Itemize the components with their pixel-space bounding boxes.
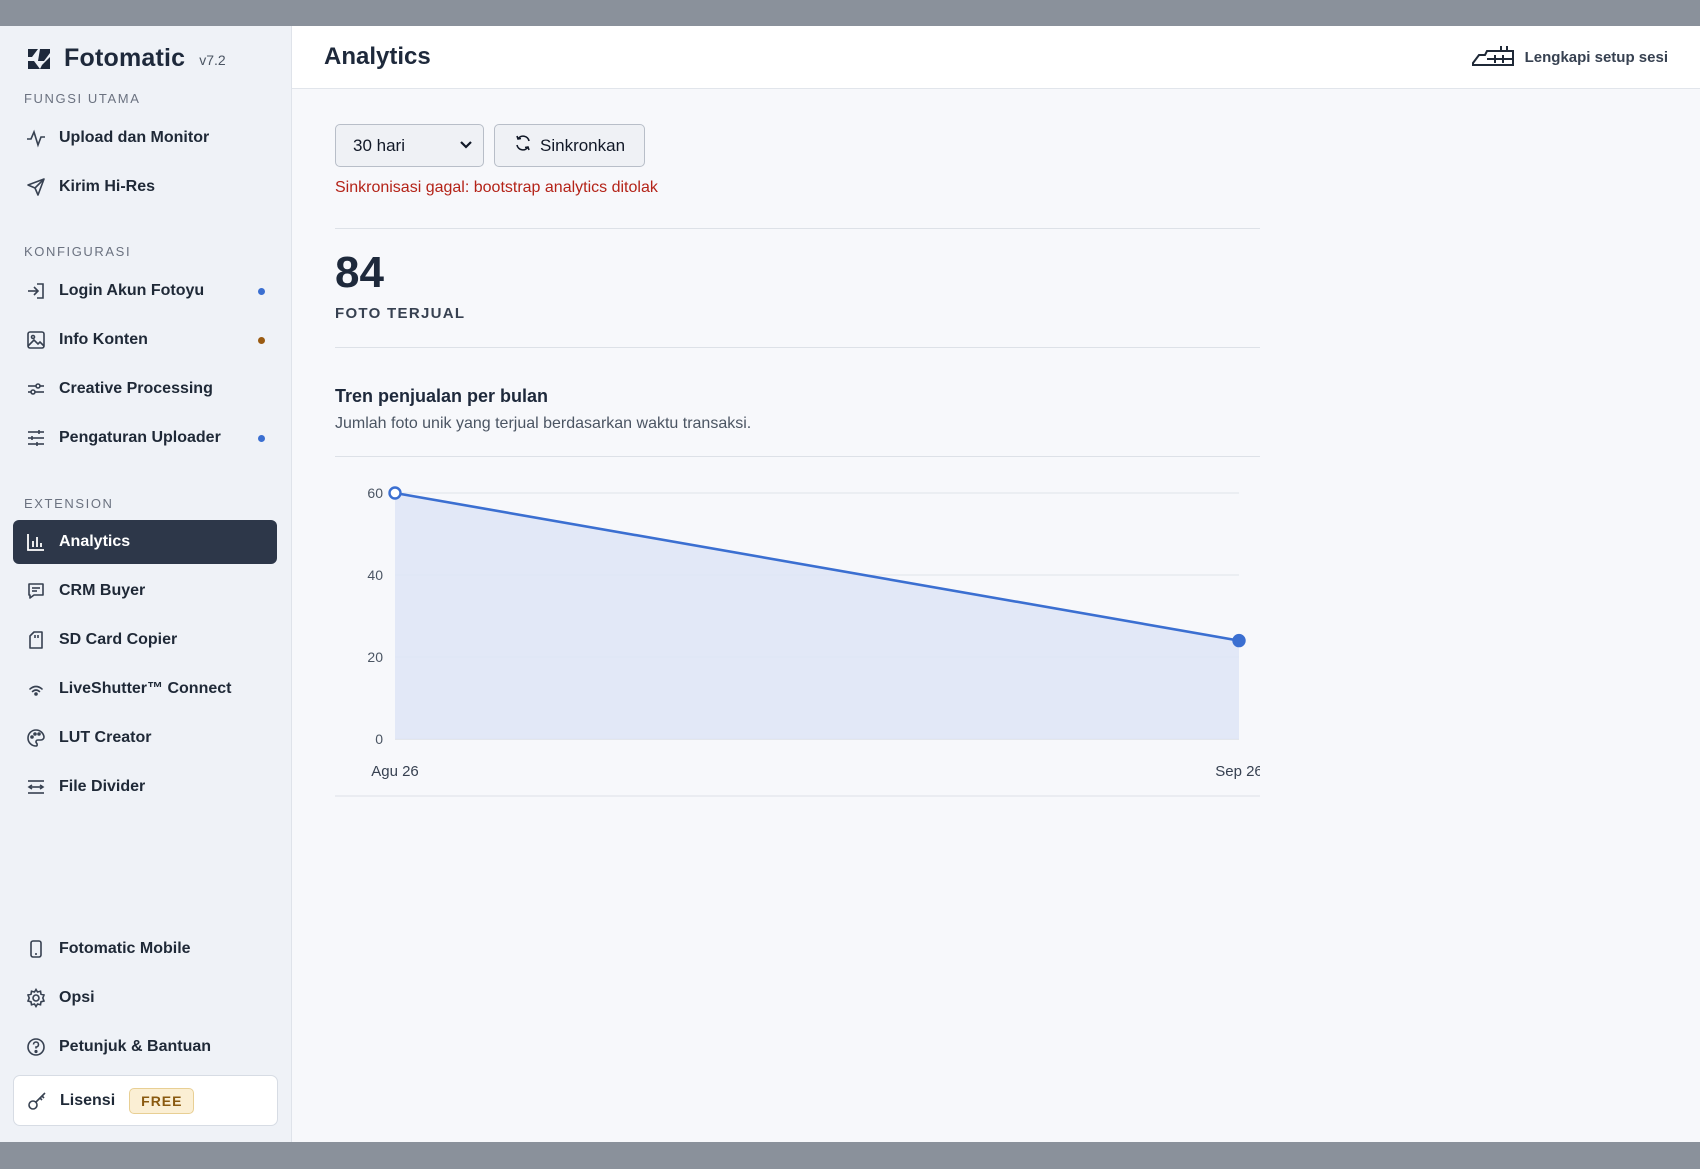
sidebar-item-label: Creative Processing xyxy=(59,380,213,397)
sidebar-item-petunjuk-bantuan[interactable]: Petunjuk & Bantuan xyxy=(13,1025,277,1069)
section-label-konfigurasi: KONFIGURASI xyxy=(24,244,132,259)
status-dot xyxy=(258,337,265,344)
chart-subtitle: Jumlah foto unik yang terjual berdasarka… xyxy=(335,415,752,433)
key-icon xyxy=(26,1090,48,1112)
settings-sliders-icon xyxy=(25,427,47,449)
brand-version: v7.2 xyxy=(199,51,226,68)
sidebar-item-fotomatic-mobile[interactable]: Fotomatic Mobile xyxy=(13,927,277,971)
status-dot xyxy=(258,288,265,295)
sidebar: Fotomatic v7.2 FUNGSI UTAMA KONFIGURASI … xyxy=(0,26,292,1142)
setup-session-link[interactable]: Lengkapi setup sesi xyxy=(1471,43,1668,71)
controls-row: 30 hari Sinkronkan xyxy=(335,124,1260,167)
x-tick-label: Sep 26 xyxy=(1215,763,1260,780)
topbar: Analytics Lengkapi setup sesi xyxy=(292,26,1700,89)
data-point xyxy=(388,486,402,501)
sidebar-item-label: Pengaturan Uploader xyxy=(59,429,221,446)
refresh-icon xyxy=(514,134,532,157)
sidebar-item-liveshutter-connect[interactable]: LiveShutter™ Connect xyxy=(13,667,277,711)
brand-name: Fotomatic xyxy=(64,44,186,72)
stat-value: 84 xyxy=(335,248,384,297)
chart-title: Tren penjualan per bulan xyxy=(335,386,549,407)
sidebar-item-label: File Divider xyxy=(59,778,146,795)
sidebar-item-upload-dan-monitor[interactable]: Upload dan Monitor xyxy=(13,116,277,160)
data-point xyxy=(1232,634,1246,648)
activity-icon xyxy=(25,127,47,149)
sidebar-item-label: Analytics xyxy=(59,533,131,550)
sidebar-item-login-akun-fotoyu[interactable]: Login Akun Fotoyu xyxy=(13,269,277,313)
image-icon xyxy=(25,329,47,351)
fotomatic-logo-icon xyxy=(26,46,52,72)
sidebar-item-label: Fotomatic Mobile xyxy=(59,940,191,957)
send-icon xyxy=(25,176,47,198)
help-icon xyxy=(25,1036,47,1058)
bar-chart-icon xyxy=(25,531,47,553)
sidebar-item-analytics[interactable]: Analytics xyxy=(13,520,277,564)
status-dot xyxy=(258,435,265,442)
palette-icon xyxy=(25,727,47,749)
license-badge: FREE xyxy=(129,1087,195,1114)
x-tick-label: Agu 26 xyxy=(371,763,419,780)
gear-icon xyxy=(25,987,47,1009)
range-select-value: 30 hari xyxy=(353,135,405,155)
app-window: Fotomatic v7.2 FUNGSI UTAMA KONFIGURASI … xyxy=(0,26,1700,1142)
sidebar-item-opsi[interactable]: Opsi xyxy=(13,976,277,1020)
sales-trend-chart: 0 20 40 60 Agu 26 Sep 26 xyxy=(335,485,1260,797)
sidebar-item-lut-creator[interactable]: LUT Creator xyxy=(13,716,277,760)
license-label: Lisensi xyxy=(60,1091,116,1109)
sidebar-item-pengaturan-uploader[interactable]: Pengaturan Uploader xyxy=(13,416,277,460)
brand: Fotomatic v7.2 xyxy=(26,44,226,73)
y-tick-label: 60 xyxy=(367,485,383,501)
section-label-extension: EXTENSION xyxy=(24,496,114,511)
divider xyxy=(335,347,1260,349)
sidebar-item-crm-buyer[interactable]: CRM Buyer xyxy=(13,569,277,613)
range-select[interactable]: 30 hari xyxy=(335,124,484,167)
sidebar-item-label: Kirim Hi-Res xyxy=(59,178,156,195)
sidebar-item-label: CRM Buyer xyxy=(59,582,146,599)
setup-session-label: Lengkapi setup sesi xyxy=(1524,48,1668,66)
sidebar-item-label: Upload dan Monitor xyxy=(59,129,210,146)
sidebar-item-label: Info Konten xyxy=(59,331,148,348)
stat-label: FOTO TERJUAL xyxy=(335,305,466,323)
phone-icon xyxy=(25,938,47,960)
chevron-down-icon xyxy=(459,136,473,156)
sync-error-message: Sinkronisasi gagal: bootstrap analytics … xyxy=(335,179,658,196)
sync-button-label: Sinkronkan xyxy=(540,135,626,155)
sidebar-item-file-divider[interactable]: File Divider xyxy=(13,765,277,809)
chart-header: Tren penjualan per bulan Jumlah foto uni… xyxy=(335,386,1260,433)
sd-card-icon xyxy=(25,629,47,651)
divider-icon xyxy=(25,776,47,798)
sidebar-item-label: Login Akun Fotoyu xyxy=(59,282,205,299)
sidebar-item-label: Opsi xyxy=(59,989,95,1006)
y-tick-label: 20 xyxy=(367,649,383,665)
login-icon xyxy=(25,280,47,302)
camera-setup-icon xyxy=(1471,43,1515,71)
sync-button[interactable]: Sinkronkan xyxy=(494,124,646,167)
y-tick-label: 40 xyxy=(367,567,383,583)
section-label-fungsi-utama: FUNGSI UTAMA xyxy=(24,91,141,106)
sidebar-item-kirim-hi-res[interactable]: Kirim Hi-Res xyxy=(13,165,277,209)
divider xyxy=(335,228,1260,229)
sidebar-item-label: Petunjuk & Bantuan xyxy=(59,1038,212,1055)
main-area: Analytics Lengkapi setup sesi 30 hari Si… xyxy=(292,26,1700,1142)
analytics-content: 30 hari Sinkronkan Sinkronisasi gagal: b… xyxy=(335,124,1260,797)
sidebar-item-creative-processing[interactable]: Creative Processing xyxy=(13,367,277,411)
y-tick-label: 0 xyxy=(375,731,383,747)
series-area xyxy=(395,493,1239,740)
sidebar-item-label: LUT Creator xyxy=(59,729,152,746)
sidebar-item-sd-card-copier[interactable]: SD Card Copier xyxy=(13,618,277,662)
sidebar-item-label: LiveShutter™ Connect xyxy=(59,680,232,697)
sliders-icon xyxy=(25,378,47,400)
page-title: Analytics xyxy=(324,43,431,70)
sidebar-item-label: SD Card Copier xyxy=(59,631,178,648)
message-icon xyxy=(25,580,47,602)
sidebar-item-info-konten[interactable]: Info Konten xyxy=(13,318,277,362)
license-card[interactable]: Lisensi FREE xyxy=(13,1075,278,1126)
wifi-icon xyxy=(25,678,47,700)
